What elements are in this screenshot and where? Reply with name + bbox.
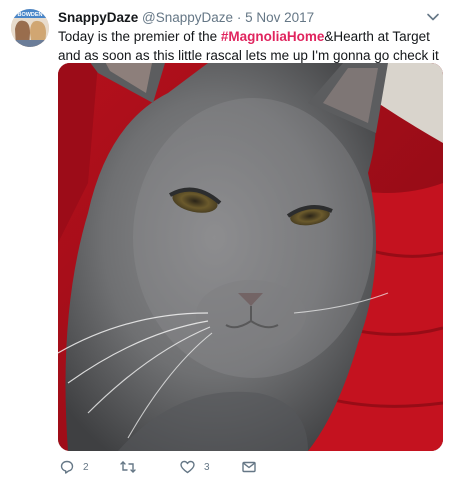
separator-dot: · [236, 10, 242, 25]
avatar-badge-text: BOWDEN [17, 12, 42, 18]
cat-photo [58, 63, 443, 451]
reply-count: 2 [83, 461, 89, 473]
chevron-down-icon [427, 13, 439, 21]
tweet-date[interactable]: 5 Nov 2017 [245, 10, 314, 25]
like-count: 3 [204, 461, 210, 473]
retweet-icon [120, 461, 136, 473]
tweet-text-before: Today is the premier of the [58, 29, 221, 44]
reply-button[interactable]: 2 [60, 458, 89, 476]
tweet-card: BOWDEN SnappyDaze @SnappyDaze · 5 Nov 20… [0, 0, 450, 479]
display-name[interactable]: SnappyDaze [58, 10, 138, 25]
tweet-header: SnappyDaze @SnappyDaze · 5 Nov 2017 [58, 9, 420, 27]
tweet-actions: 2 3 [58, 458, 443, 476]
more-options-button[interactable] [426, 10, 440, 24]
retweet-button[interactable] [120, 458, 145, 476]
reply-icon [60, 460, 74, 474]
hashtag-link[interactable]: #MagnoliaHome [221, 29, 325, 44]
heart-icon [180, 460, 195, 474]
like-button[interactable]: 3 [180, 458, 210, 476]
avatar[interactable]: BOWDEN [11, 9, 49, 47]
direct-message-button[interactable] [242, 458, 256, 476]
user-handle[interactable]: @SnappyDaze [142, 10, 233, 25]
envelope-icon [242, 461, 256, 473]
tweet-photo[interactable] [58, 63, 443, 451]
avatar-image: BOWDEN [11, 9, 49, 47]
